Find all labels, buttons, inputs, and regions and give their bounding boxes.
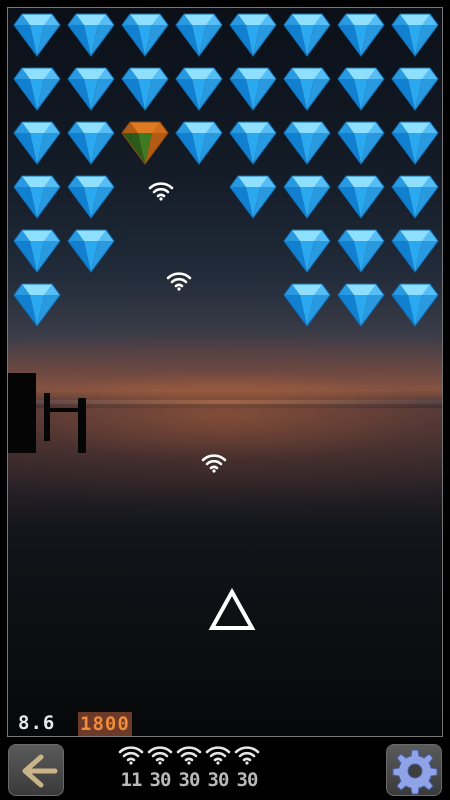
blue-gem [336, 280, 386, 328]
ammo-count: 11 [120, 769, 143, 791]
pier-post [48, 408, 78, 412]
blue-gem [120, 64, 170, 112]
back-button[interactable] [8, 744, 64, 796]
score-readout: 1800 [78, 712, 132, 736]
ammo-count: 30 [236, 769, 259, 791]
blue-gem [66, 172, 116, 220]
blue-gem [12, 118, 62, 166]
ammo-count: 30 [178, 769, 201, 791]
blue-gem [174, 10, 224, 58]
ammo-count: 30 [207, 769, 230, 791]
arrow-left-icon [22, 754, 58, 788]
blue-gem [282, 10, 332, 58]
blue-gem [228, 10, 278, 58]
blue-gem [174, 64, 224, 112]
pier-post [78, 398, 86, 453]
wifi-icon [174, 745, 204, 765]
blue-gem [390, 280, 440, 328]
wifi-icon [116, 745, 146, 765]
horizon-line [8, 400, 442, 404]
blue-gem [390, 226, 440, 274]
wifi-icon [201, 453, 227, 473]
ammo-slot[interactable]: 30 [145, 745, 175, 791]
blue-gem [12, 280, 62, 328]
blue-gem [12, 64, 62, 112]
blue-gem [66, 118, 116, 166]
blue-gem [120, 10, 170, 58]
pier-post [44, 393, 50, 441]
timer-readout: 8.6 [18, 712, 56, 734]
blue-gem [336, 10, 386, 58]
blue-gem [390, 64, 440, 112]
blue-gem [282, 172, 332, 220]
blue-gem [228, 172, 278, 220]
ammo-count: 30 [149, 769, 172, 791]
blue-gem [228, 118, 278, 166]
orange-gem [120, 118, 170, 166]
wifi-icon [203, 745, 233, 765]
ammo-slot[interactable]: 11 [116, 745, 146, 791]
wifi-icon [145, 745, 175, 765]
blue-gem [336, 118, 386, 166]
blue-gem [336, 172, 386, 220]
ammo-slot[interactable]: 30 [174, 745, 204, 791]
blue-gem [390, 172, 440, 220]
ammo-bar: 11 30 30 30 30 [116, 745, 266, 799]
triangle-ship-icon[interactable] [208, 588, 256, 632]
ammo-slot[interactable]: 30 [232, 745, 262, 791]
blue-gem [390, 118, 440, 166]
blue-gem [282, 118, 332, 166]
blue-gem [12, 10, 62, 58]
game-playfield[interactable] [7, 7, 443, 737]
blue-gem [66, 64, 116, 112]
blue-gem [228, 64, 278, 112]
settings-button[interactable] [386, 744, 442, 796]
blue-gem [390, 10, 440, 58]
ammo-slot[interactable]: 30 [203, 745, 233, 791]
wifi-icon [232, 745, 262, 765]
blue-gem [12, 172, 62, 220]
blue-gem [282, 64, 332, 112]
wifi-icon [166, 271, 192, 291]
blue-gem [282, 280, 332, 328]
wifi-icon [148, 181, 174, 201]
blue-gem [12, 226, 62, 274]
blue-gem [336, 64, 386, 112]
blue-gem [174, 118, 224, 166]
gear-icon [392, 749, 438, 795]
blue-gem [336, 226, 386, 274]
blue-gem [66, 10, 116, 58]
pier-silhouette [8, 373, 36, 453]
blue-gem [66, 226, 116, 274]
blue-gem [282, 226, 332, 274]
